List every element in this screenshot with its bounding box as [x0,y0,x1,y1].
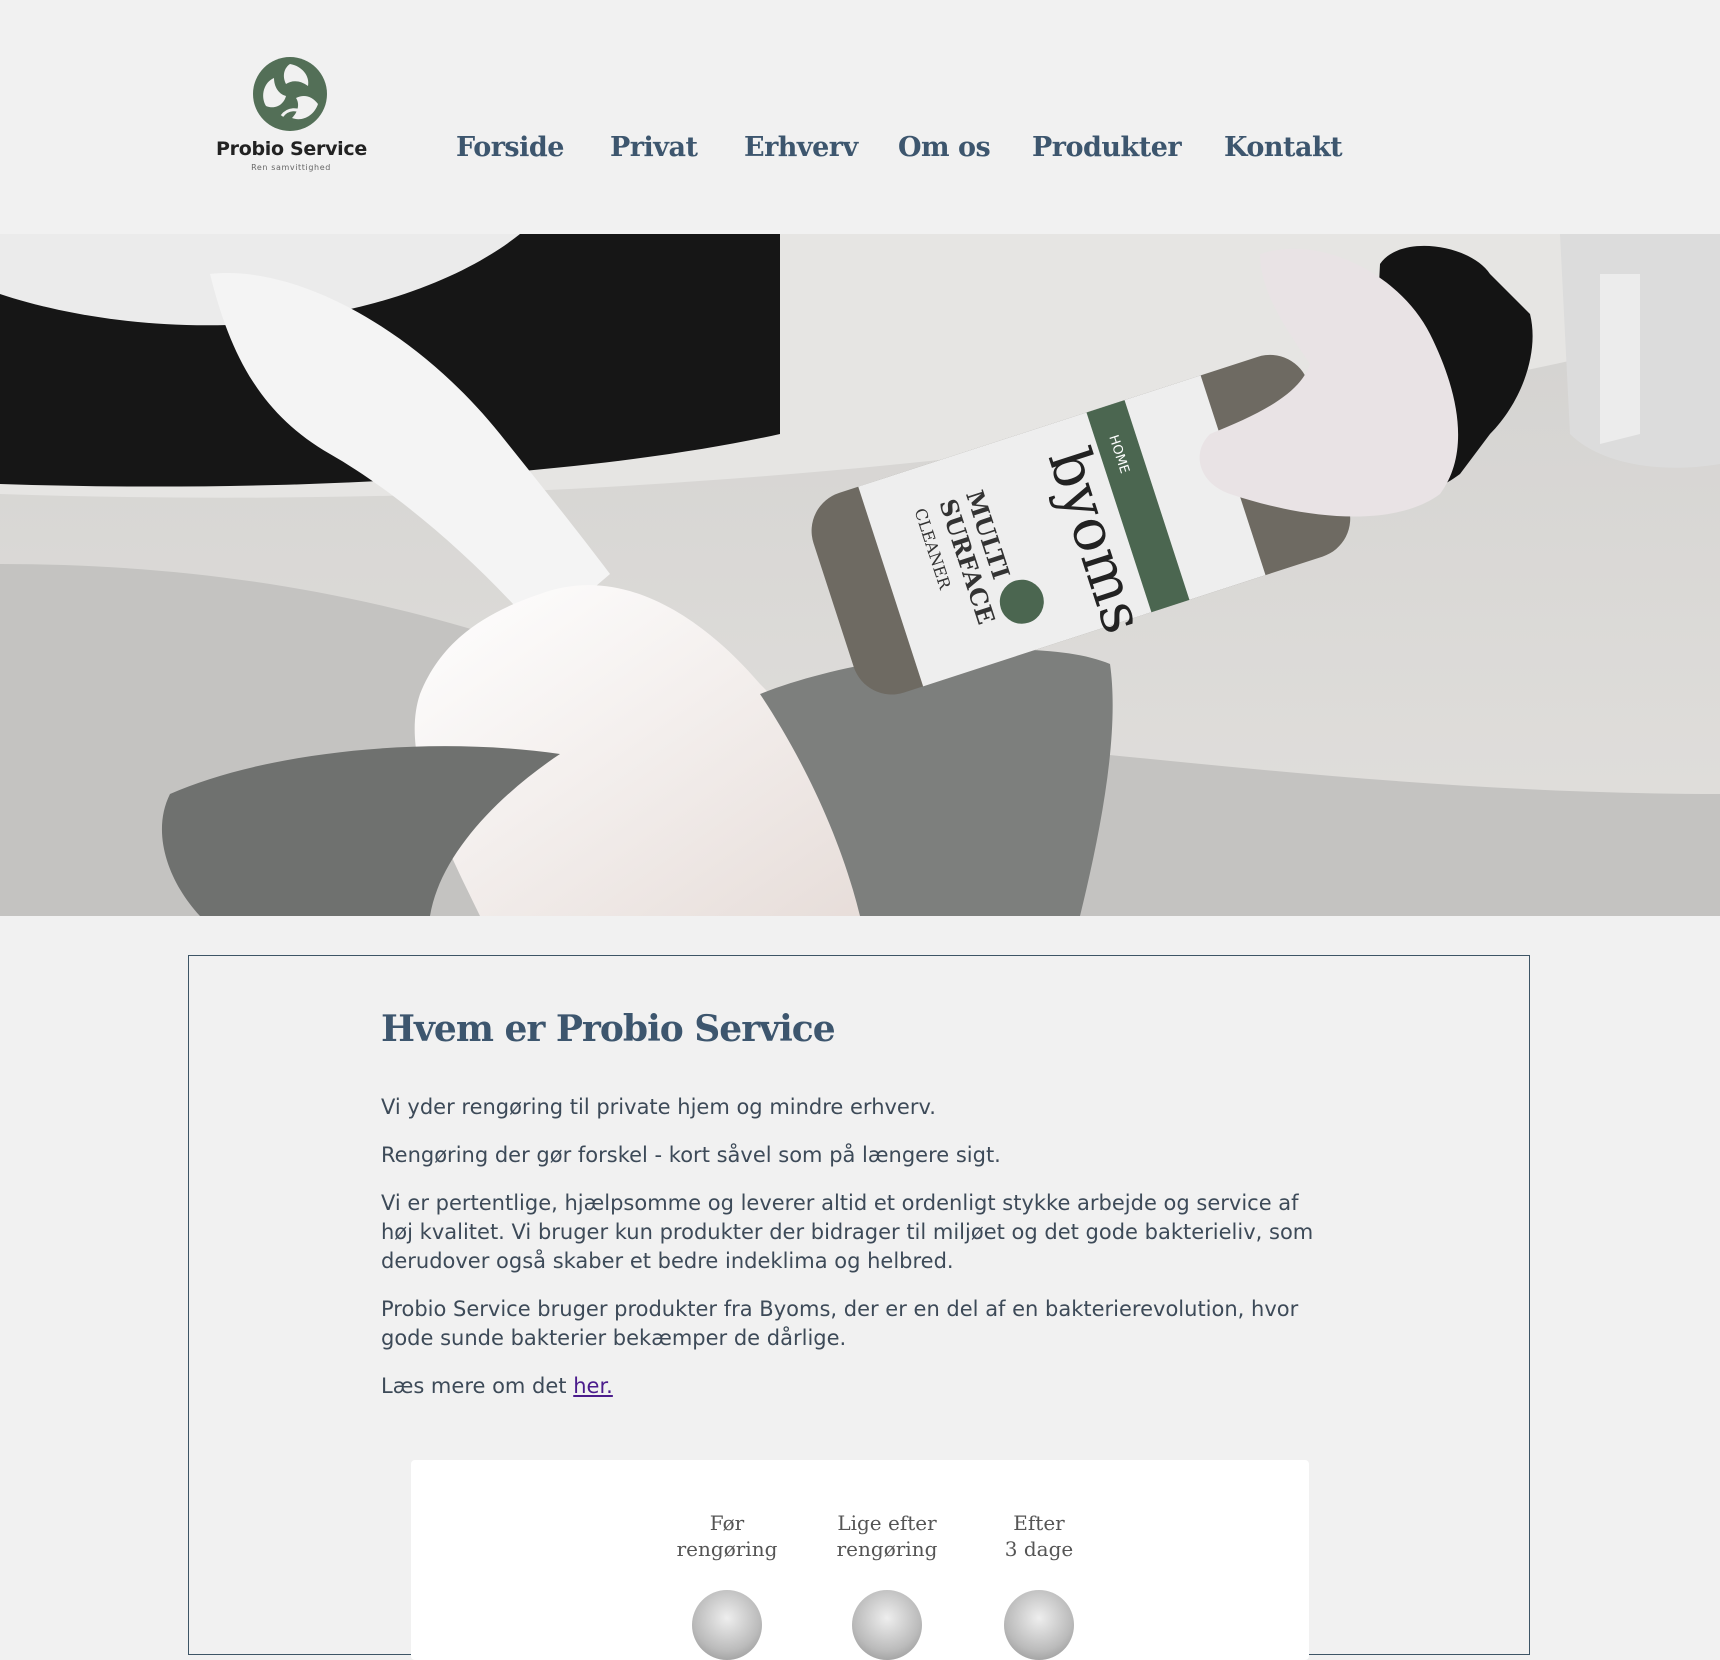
site-header: Probio Service Ren samvittighed Forside … [0,0,1720,234]
read-more-prefix: Læs mere om det [381,1374,574,1398]
cleaning-photo: byoms MULTI SURFACE CLEANER HOME [0,234,1720,916]
petri-dish-image [1004,1590,1074,1660]
nav-item-produkter[interactable]: Produkter [1032,132,1182,163]
about-text: Vi yder rengøring til private hjem og mi… [381,1093,1331,1420]
petri-dish-image [852,1590,922,1660]
logo[interactable]: Probio Service Ren samvittighed [216,56,367,176]
leaf-logo-icon [253,57,327,131]
nav-item-forside[interactable]: Forside [456,132,564,163]
about-paragraph: Vi yder rengøring til private hjem og mi… [381,1095,936,1119]
comparison-label: Før rengøring [657,1510,797,1562]
comparison-label-line: Efter [1013,1511,1065,1535]
read-more-line: Læs mere om det her. [381,1372,1331,1401]
comparison-label-line: rengøring [676,1537,778,1561]
logo-name: Probio Service [216,138,367,160]
section-title: Hvem er Probio Service [381,1008,836,1050]
comparison-label-line: Før [709,1511,745,1535]
logo-tagline: Ren samvittighed [251,163,331,172]
comparison-panel: Før rengøring Lige efter rengøring Efter… [411,1460,1309,1660]
about-paragraph: Probio Service bruger produkter fra Byom… [381,1297,1299,1350]
about-paragraph: Vi er pertentlige, hjælpsomme og leverer… [381,1191,1314,1273]
comparison-label-line: rengøring [836,1537,938,1561]
about-paragraph: Rengøring der gør forskel - kort såvel s… [381,1143,1001,1167]
nav-item-privat[interactable]: Privat [610,132,698,163]
comparison-label: Lige efter rengøring [817,1510,957,1562]
nav-item-kontakt[interactable]: Kontakt [1224,132,1343,163]
nav-item-erhverv[interactable]: Erhverv [744,132,858,163]
hero-image: byoms MULTI SURFACE CLEANER HOME [0,234,1720,916]
comparison-label-line: Lige efter [837,1511,937,1535]
petri-dish-image [692,1590,762,1660]
comparison-label-line: 3 dage [1004,1537,1074,1561]
read-more-link[interactable]: her. [573,1374,613,1398]
about-section: Hvem er Probio Service Vi yder rengøring… [188,955,1530,1660]
comparison-label: Efter 3 dage [969,1510,1109,1562]
nav-item-om-os[interactable]: Om os [898,132,991,163]
